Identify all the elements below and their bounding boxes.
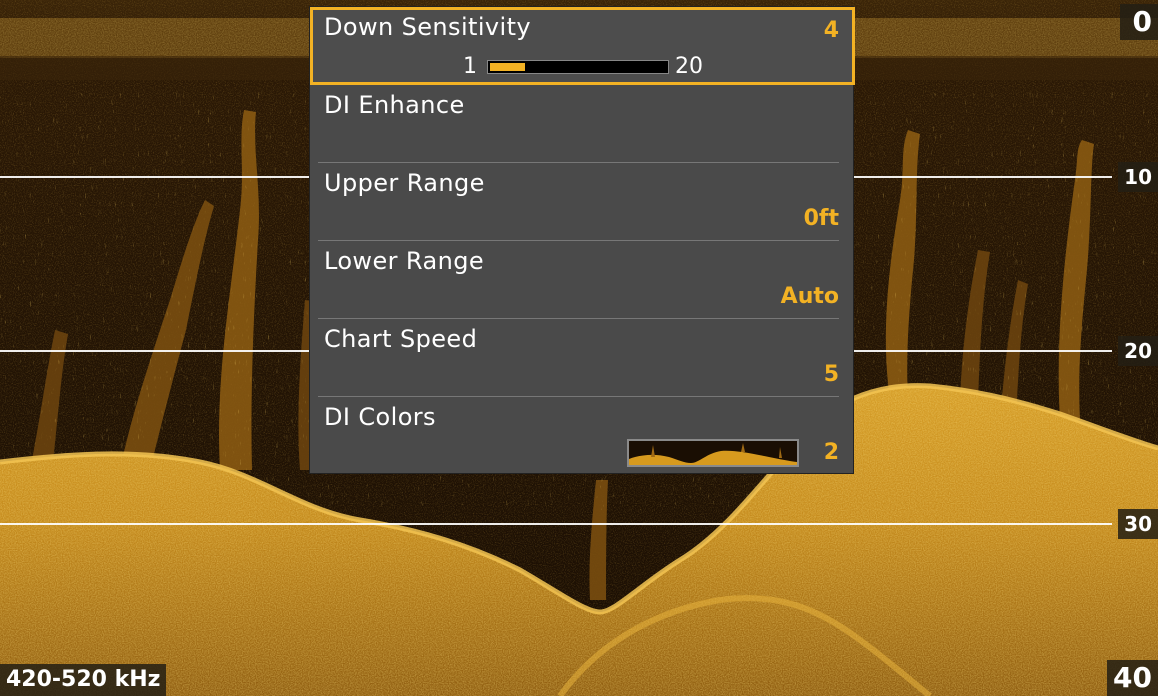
sensitivity-slider[interactable]: 1 20 bbox=[463, 54, 723, 79]
menu-item-label: Down Sensitivity bbox=[324, 13, 531, 41]
menu-item-upper-range[interactable]: Upper Range 0ft bbox=[310, 163, 855, 241]
depth-label-10: 10 bbox=[1118, 162, 1158, 192]
menu-item-value: 2 bbox=[823, 440, 839, 465]
menu-item-label: DI Enhance bbox=[324, 91, 465, 119]
slider-fill bbox=[490, 63, 525, 71]
menu-item-value: 5 bbox=[823, 362, 839, 387]
menu-item-value: 0ft bbox=[803, 206, 839, 231]
slider-track[interactable] bbox=[487, 60, 669, 74]
menu-item-chart-speed[interactable]: Chart Speed 5 bbox=[310, 319, 855, 397]
slider-max-label: 20 bbox=[675, 54, 703, 79]
menu-item-label: DI Colors bbox=[324, 403, 436, 431]
menu-item-di-colors[interactable]: DI Colors 2 bbox=[310, 397, 855, 475]
menu-item-value: Auto bbox=[780, 284, 839, 309]
frequency-label: 420-520 kHz bbox=[0, 664, 167, 696]
depth-label-30: 30 bbox=[1118, 509, 1158, 539]
menu-item-label: Lower Range bbox=[324, 247, 484, 275]
depth-label-top: 0 bbox=[1120, 4, 1158, 40]
sonar-settings-menu: Down Sensitivity 4 1 20 DI Enhance Upper… bbox=[309, 6, 855, 475]
menu-item-label: Chart Speed bbox=[324, 325, 478, 353]
depth-label-20: 20 bbox=[1118, 336, 1158, 366]
sonar-screen: 0 10 20 30 40 420-520 kHz Down Sensitivi… bbox=[0, 0, 1158, 696]
menu-item-down-sensitivity[interactable]: Down Sensitivity 4 1 20 bbox=[310, 7, 855, 85]
menu-item-di-enhance[interactable]: DI Enhance bbox=[310, 85, 855, 163]
depth-line-30 bbox=[0, 523, 1112, 525]
menu-item-value: 4 bbox=[823, 18, 839, 43]
depth-label-bottom: 40 bbox=[1107, 660, 1158, 696]
palette-swatch-icon bbox=[627, 439, 799, 467]
slider-min-label: 1 bbox=[463, 54, 477, 79]
menu-item-lower-range[interactable]: Lower Range Auto bbox=[310, 241, 855, 319]
menu-item-label: Upper Range bbox=[324, 169, 485, 197]
